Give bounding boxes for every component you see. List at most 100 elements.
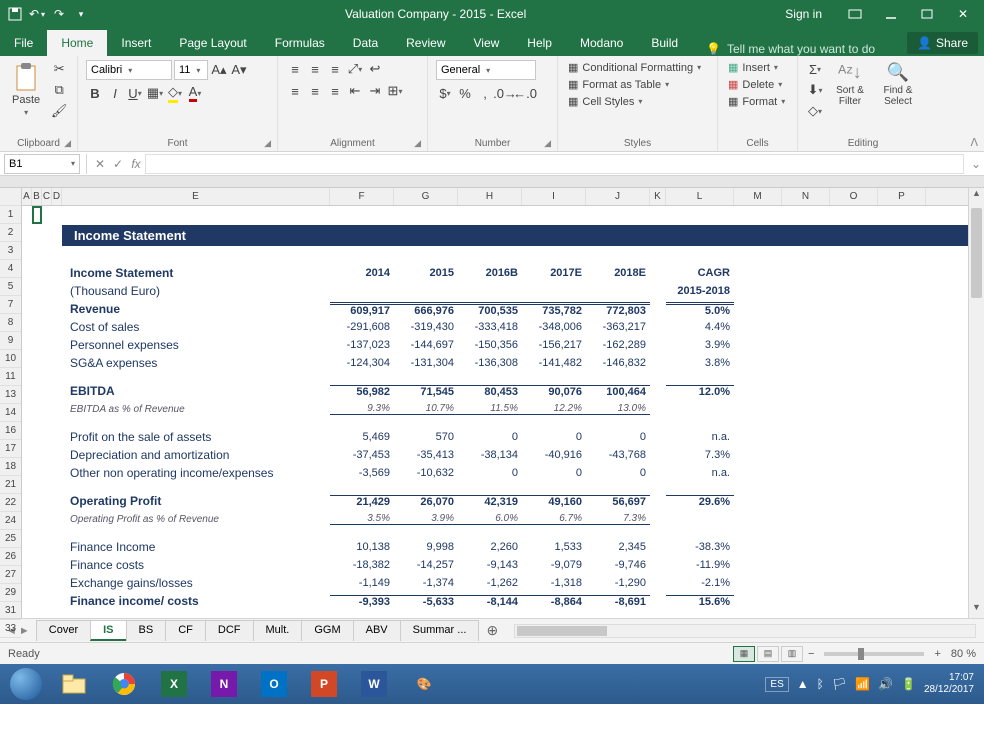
explorer-button[interactable] <box>50 668 98 700</box>
font-size-select[interactable]: 11▾ <box>174 60 208 80</box>
bold-icon[interactable]: B <box>86 84 104 102</box>
row-header[interactable]: 16 <box>0 422 21 440</box>
undo-icon[interactable]: ↶▾ <box>28 5 46 23</box>
italic-icon[interactable]: I <box>106 84 124 102</box>
format-cells-button[interactable]: ▦Format▾ <box>726 94 787 109</box>
horizontal-scrollbar[interactable] <box>514 624 976 638</box>
align-bottom-icon[interactable]: ≡ <box>326 60 344 78</box>
row-header[interactable]: 22 <box>0 494 21 512</box>
delete-cells-button[interactable]: ▦Delete▾ <box>726 77 784 92</box>
page-break-view-icon[interactable]: ▥ <box>781 646 803 662</box>
border-icon[interactable]: ▦▾ <box>146 84 164 102</box>
sheet-tab[interactable]: Summar ... <box>400 620 480 641</box>
sheet-tab[interactable]: Cover <box>36 620 91 641</box>
outlook-button[interactable]: O <box>250 668 298 700</box>
row-header[interactable]: 7 <box>0 296 21 314</box>
merge-icon[interactable]: ⊞▾ <box>386 82 404 100</box>
fx-icon[interactable]: fx <box>127 157 145 171</box>
align-top-icon[interactable]: ≡ <box>286 60 304 78</box>
dialog-launcher-icon[interactable]: ◢ <box>414 138 421 149</box>
align-middle-icon[interactable]: ≡ <box>306 60 324 78</box>
row-header[interactable]: 13 <box>0 386 21 404</box>
row-header[interactable]: 17 <box>0 440 21 458</box>
redo-icon[interactable]: ↷ <box>50 5 68 23</box>
row-header[interactable]: 31 <box>0 602 21 620</box>
minimize-icon[interactable] <box>878 5 904 23</box>
col-header[interactable]: E <box>62 188 330 205</box>
close-icon[interactable]: ✕ <box>950 5 976 23</box>
percent-icon[interactable]: % <box>456 84 474 102</box>
col-header[interactable]: A <box>22 188 32 205</box>
col-header[interactable]: H <box>458 188 522 205</box>
cell-grid[interactable]: Income StatementIncome Statement20142015… <box>22 206 984 618</box>
tab-file[interactable]: File <box>0 30 47 56</box>
qat-customize-icon[interactable]: ▾ <box>72 5 90 23</box>
wrap-text-icon[interactable]: ↩ <box>366 60 384 78</box>
fill-icon[interactable]: ⬇▾ <box>806 81 824 99</box>
row-header[interactable]: 26 <box>0 548 21 566</box>
decrease-font-icon[interactable]: A▾ <box>230 61 248 79</box>
row-header[interactable]: 10 <box>0 350 21 368</box>
row-header[interactable]: 24 <box>0 512 21 530</box>
orientation-icon[interactable]: ⤢▾ <box>346 60 364 78</box>
col-header[interactable]: J <box>586 188 650 205</box>
find-select-button[interactable]: 🔍Find & Select <box>876 60 920 109</box>
clock[interactable]: 17:07 28/12/2017 <box>924 672 974 696</box>
ribbon-display-icon[interactable] <box>842 5 868 23</box>
tab-help[interactable]: Help <box>513 30 566 56</box>
sheet-tab[interactable]: Mult. <box>253 620 303 641</box>
sort-filter-button[interactable]: ᴬᶻ↓Sort & Filter <box>830 60 870 109</box>
start-button[interactable] <box>4 668 48 700</box>
col-header[interactable]: I <box>522 188 586 205</box>
row-header[interactable]: 27 <box>0 566 21 584</box>
tab-insert[interactable]: Insert <box>107 30 165 56</box>
increase-font-icon[interactable]: A▴ <box>210 61 228 79</box>
paint-button[interactable]: 🎨 <box>400 668 448 700</box>
excel-button[interactable]: X <box>150 668 198 700</box>
decrease-indent-icon[interactable]: ⇤ <box>346 82 364 100</box>
name-box[interactable]: B1▾ <box>4 154 80 174</box>
row-header[interactable]: 25 <box>0 530 21 548</box>
col-header[interactable]: B <box>32 188 42 205</box>
row-header[interactable]: 3 <box>0 242 21 260</box>
col-header[interactable]: N <box>782 188 830 205</box>
signin-link[interactable]: Sign in <box>775 7 832 21</box>
zoom-in-icon[interactable]: + <box>934 648 940 660</box>
sheet-tab[interactable]: GGM <box>301 620 353 641</box>
conditional-formatting-button[interactable]: ▦Conditional Formatting▾ <box>566 60 703 75</box>
scroll-thumb[interactable] <box>971 208 982 298</box>
accounting-icon[interactable]: $▾ <box>436 84 454 102</box>
align-center-icon[interactable]: ≡ <box>306 82 324 100</box>
col-header[interactable]: G <box>394 188 458 205</box>
tab-view[interactable]: View <box>460 30 514 56</box>
row-header[interactable]: 33 <box>0 620 21 638</box>
tab-build[interactable]: Build <box>637 30 692 56</box>
row-header[interactable]: 14 <box>0 404 21 422</box>
row-header[interactable]: 9 <box>0 332 21 350</box>
collapse-ribbon-icon[interactable]: ᐱ <box>970 136 978 149</box>
share-button[interactable]: 👤Share <box>907 32 978 54</box>
sheet-tab[interactable]: CF <box>165 620 206 641</box>
col-header[interactable]: P <box>878 188 926 205</box>
zoom-level[interactable]: 80 % <box>951 648 976 660</box>
dialog-launcher-icon[interactable]: ◢ <box>64 138 71 149</box>
row-header[interactable]: 8 <box>0 314 21 332</box>
cut-icon[interactable]: ✂ <box>50 60 68 78</box>
row-header[interactable]: 21 <box>0 476 21 494</box>
col-header[interactable]: O <box>830 188 878 205</box>
decrease-decimal-icon[interactable]: ←.0 <box>516 84 534 102</box>
row-header[interactable]: 29 <box>0 584 21 602</box>
chrome-button[interactable] <box>100 668 148 700</box>
tab-page-layout[interactable]: Page Layout <box>165 30 260 56</box>
vertical-scrollbar[interactable]: ▲ ▼ <box>968 188 984 618</box>
fill-color-icon[interactable]: ◇▾ <box>166 84 184 102</box>
row-header[interactable]: 18 <box>0 458 21 476</box>
align-left-icon[interactable]: ≡ <box>286 82 304 100</box>
tell-me-search[interactable]: 💡Tell me what you want to do <box>692 42 889 56</box>
sheet-tab[interactable]: ABV <box>353 620 401 641</box>
dialog-launcher-icon[interactable]: ◢ <box>264 138 271 149</box>
paste-button[interactable]: Paste ▾ <box>8 60 44 119</box>
expand-formula-bar-icon[interactable]: ⌄ <box>968 157 984 171</box>
tab-home[interactable]: Home <box>47 30 107 56</box>
cancel-formula-icon[interactable]: ✕ <box>91 157 109 171</box>
